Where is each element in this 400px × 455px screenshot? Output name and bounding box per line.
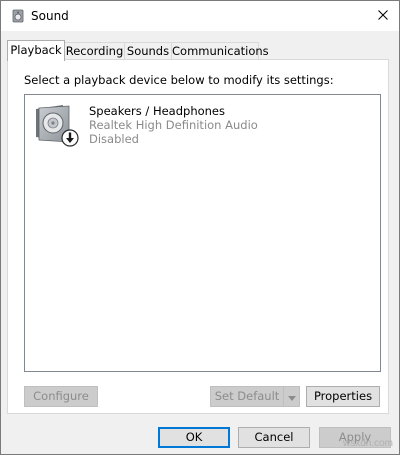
watermark: wsxdn.com — [342, 438, 393, 449]
properties-button[interactable]: Properties — [306, 386, 380, 407]
configure-button[interactable]: Configure — [24, 386, 98, 407]
dialog-footer: OK Cancel Apply wsxdn.com — [1, 424, 399, 454]
instruction-text: Select a playback device below to modify… — [24, 73, 334, 87]
close-icon — [378, 9, 388, 23]
window-title: Sound — [31, 9, 69, 23]
device-name: Speakers / Headphones — [89, 104, 226, 118]
down-arrow-badge-icon — [61, 129, 79, 147]
speaker-icon — [11, 9, 25, 23]
title-bar: Sound — [1, 1, 399, 31]
ok-button[interactable]: OK — [158, 427, 230, 448]
sound-dialog: Sound Playback Recording Sounds Communic… — [0, 0, 400, 455]
dropdown-arrow-icon — [287, 390, 296, 404]
dialog-body: Playback Recording Sounds Communications… — [1, 31, 399, 424]
close-button[interactable] — [367, 1, 399, 31]
playback-panel: Select a playback device below to modify… — [7, 59, 389, 414]
set-default-dropdown-button[interactable] — [283, 386, 300, 407]
device-driver: Realtek High Definition Audio — [89, 118, 258, 132]
tab-communications[interactable]: Communications — [171, 42, 269, 60]
device-status: Disabled — [89, 132, 139, 146]
tab-playback[interactable]: Playback — [7, 40, 65, 61]
tab-recording[interactable]: Recording — [64, 42, 125, 60]
tab-sounds[interactable]: Sounds — [124, 42, 172, 60]
cancel-button[interactable]: Cancel — [238, 427, 310, 448]
set-default-button[interactable]: Set Default — [210, 386, 284, 407]
device-list[interactable]: Speakers / Headphones Realtek High Defin… — [24, 94, 381, 372]
list-item-speakers-headphones[interactable]: Speakers / Headphones Realtek High Defin… — [33, 101, 363, 153]
